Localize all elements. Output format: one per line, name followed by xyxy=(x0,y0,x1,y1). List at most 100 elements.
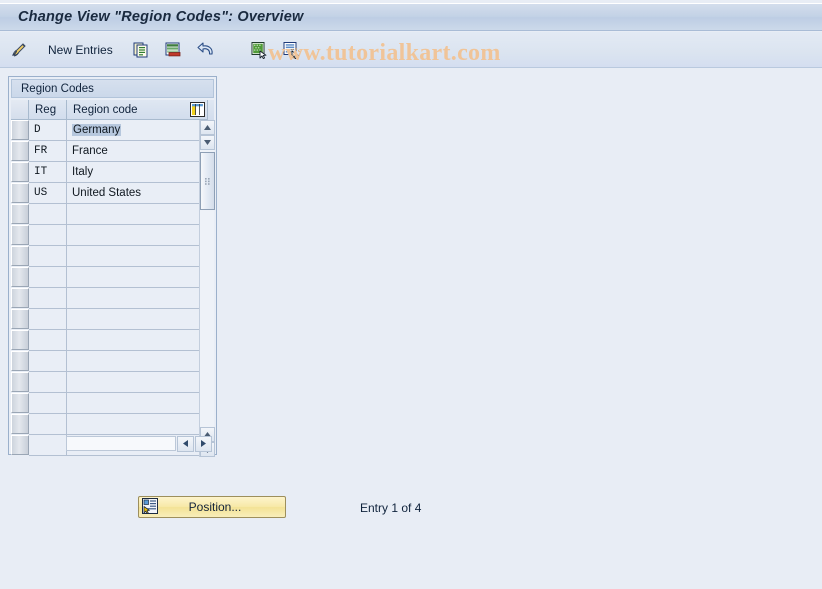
scroll-left-button[interactable] xyxy=(177,435,194,452)
cell-region-code[interactable] xyxy=(67,225,208,246)
cell-region-code[interactable] xyxy=(67,330,208,351)
row-selector[interactable] xyxy=(11,372,29,392)
column-header-region-code[interactable]: Region code xyxy=(67,100,208,120)
row-selector[interactable] xyxy=(11,120,29,140)
table-horizontal-scrollbar[interactable] xyxy=(66,435,212,452)
table-row[interactable] xyxy=(11,351,214,372)
scroll-right-button[interactable] xyxy=(195,435,212,452)
table-row[interactable] xyxy=(11,288,214,309)
table-row[interactable] xyxy=(11,393,214,414)
cell-reg[interactable] xyxy=(29,351,67,372)
cell-region-code[interactable] xyxy=(67,246,208,267)
table-row[interactable]: IT Italy xyxy=(11,162,214,183)
cell-reg[interactable] xyxy=(29,414,67,435)
table-row[interactable]: D Germany xyxy=(11,120,214,141)
table-vertical-scrollbar[interactable] xyxy=(199,120,215,457)
row-selector[interactable] xyxy=(11,204,29,224)
scroll-down-button[interactable] xyxy=(200,135,215,150)
row-selector[interactable] xyxy=(11,309,29,329)
position-button[interactable]: Position... xyxy=(138,496,286,518)
region-codes-panel: Region Codes Reg Region code D Germany F… xyxy=(8,76,217,457)
delete-button[interactable] xyxy=(159,37,187,63)
new-entries-button[interactable]: New Entries xyxy=(38,37,123,63)
table-row[interactable] xyxy=(11,246,214,267)
select-all-icon xyxy=(250,41,268,59)
main-toolbar: New Entries xyxy=(0,32,822,68)
cell-reg[interactable] xyxy=(29,225,67,246)
deselect-all-button[interactable] xyxy=(277,37,305,63)
table-row[interactable] xyxy=(11,309,214,330)
cell-region-code[interactable] xyxy=(67,204,208,225)
cell-reg[interactable] xyxy=(29,435,67,456)
table-body: D Germany FR France IT Italy US United States xyxy=(11,120,215,457)
entry-status-text: Entry 1 of 4 xyxy=(360,501,422,515)
row-selector[interactable] xyxy=(11,183,29,203)
table-row[interactable] xyxy=(11,204,214,225)
table-header-row: Reg Region code xyxy=(11,100,214,120)
cell-reg[interactable]: IT xyxy=(29,162,67,183)
cell-reg[interactable] xyxy=(29,267,67,288)
table-row[interactable] xyxy=(11,267,214,288)
undo-button[interactable] xyxy=(191,37,221,63)
scrollbar-thumb[interactable] xyxy=(200,152,215,210)
copy-button[interactable] xyxy=(127,37,155,63)
cell-region-code[interactable] xyxy=(67,267,208,288)
table-settings-icon[interactable] xyxy=(190,102,205,117)
select-all-corner-cell[interactable] xyxy=(11,100,29,120)
scroll-up-button[interactable] xyxy=(200,120,215,135)
cell-reg[interactable] xyxy=(29,372,67,393)
edit-button[interactable] xyxy=(4,37,34,63)
row-selector[interactable] xyxy=(11,351,29,371)
new-entries-label: New Entries xyxy=(48,42,113,57)
selected-cell-text: Germany xyxy=(72,124,122,136)
cell-reg[interactable]: US xyxy=(29,183,67,204)
row-selector[interactable] xyxy=(11,162,29,182)
cell-reg[interactable] xyxy=(29,288,67,309)
page-title: Change View "Region Codes": Overview xyxy=(18,9,304,25)
panel-header: Region Codes xyxy=(11,79,214,98)
row-selector[interactable] xyxy=(11,246,29,266)
cell-region-code[interactable] xyxy=(67,372,208,393)
row-selector[interactable] xyxy=(11,288,29,308)
select-all-button[interactable] xyxy=(245,37,273,63)
row-selector[interactable] xyxy=(11,393,29,413)
cell-reg[interactable] xyxy=(29,330,67,351)
column-header-reg[interactable]: Reg xyxy=(29,100,67,120)
row-selector[interactable] xyxy=(11,141,29,161)
cell-region-code[interactable]: France xyxy=(67,141,208,162)
cell-reg[interactable]: D xyxy=(29,120,67,141)
cell-region-code[interactable] xyxy=(67,351,208,372)
scrollbar-grip-icon xyxy=(205,177,210,185)
cell-region-code[interactable] xyxy=(67,288,208,309)
row-selector[interactable] xyxy=(11,225,29,245)
pencil-edit-icon xyxy=(9,40,29,60)
cell-region-code[interactable] xyxy=(67,309,208,330)
column-header-region-code-label: Region code xyxy=(73,103,138,116)
cell-reg[interactable] xyxy=(29,393,67,414)
table-row[interactable]: US United States xyxy=(11,183,214,204)
cell-reg[interactable] xyxy=(29,204,67,225)
cell-reg[interactable]: FR xyxy=(29,141,67,162)
cell-reg[interactable] xyxy=(29,246,67,267)
cell-region-code[interactable]: Italy xyxy=(67,162,208,183)
table-row[interactable]: FR France xyxy=(11,141,214,162)
table-row[interactable] xyxy=(11,225,214,246)
cell-region-code[interactable] xyxy=(67,414,208,435)
undo-icon xyxy=(196,41,216,59)
panel-title: Region Codes xyxy=(21,82,94,95)
row-selector[interactable] xyxy=(11,414,29,434)
cell-region-code[interactable]: United States xyxy=(67,183,208,204)
copy-icon xyxy=(132,41,150,59)
table-row[interactable] xyxy=(11,414,214,435)
cell-region-code[interactable]: Germany xyxy=(67,120,208,141)
table-row[interactable] xyxy=(11,372,214,393)
deselect-all-icon xyxy=(282,41,300,59)
hscroll-track[interactable] xyxy=(66,436,176,451)
table-row[interactable] xyxy=(11,330,214,351)
cell-region-code[interactable] xyxy=(67,393,208,414)
delete-row-icon xyxy=(164,41,182,59)
row-selector[interactable] xyxy=(11,267,29,287)
cell-reg[interactable] xyxy=(29,309,67,330)
row-selector[interactable] xyxy=(11,330,29,350)
row-selector[interactable] xyxy=(11,435,29,455)
